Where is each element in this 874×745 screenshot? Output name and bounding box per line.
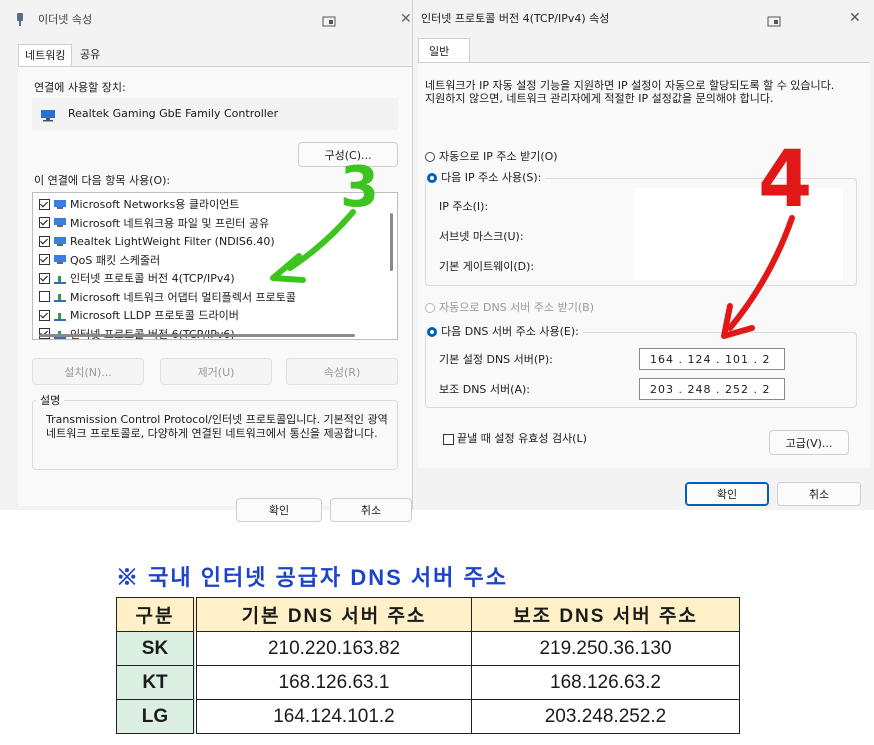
checkbox[interactable]: [39, 291, 50, 303]
network-computer-icon: [54, 255, 66, 265]
network-computer-icon: [54, 236, 66, 246]
dns-table: 구분 기본 DNS 서버 주소 보조 DNS 서버 주소 SK 210.220.…: [116, 597, 740, 734]
list-item[interactable]: Microsoft LLDP 프로토콜 드라이버: [39, 306, 383, 325]
snap-icon[interactable]: [767, 13, 781, 27]
adapter-name: Realtek Gaming GbE Family Controller: [68, 107, 279, 120]
list-item[interactable]: Microsoft 네트워크 어댑터 멀티플렉서 프로토콜: [39, 288, 383, 307]
cancel-button[interactable]: 취소: [330, 498, 412, 522]
protocol-icon: [54, 312, 66, 321]
window-icon: [16, 12, 24, 26]
preferred-dns-label: 기본 설정 DNS 서버(P):: [439, 353, 553, 366]
subnet-mask-label: 서브넷 마스크(U):: [439, 230, 524, 243]
ok-button[interactable]: 확인: [236, 498, 322, 522]
adapter-icon: [40, 107, 56, 126]
checkbox[interactable]: [39, 217, 50, 229]
annotation-step-4: 4: [758, 135, 813, 225]
tab-general[interactable]: 일반: [418, 38, 470, 62]
secondary-dns-cell: 219.250.36.130: [471, 631, 740, 666]
primary-dns-cell: 168.126.63.1: [194, 665, 472, 700]
annotation-arrow-4: [721, 215, 795, 339]
ip-address-label: IP 주소(I):: [439, 200, 489, 213]
window-title: 이더넷 속성: [38, 13, 93, 26]
provider-cell: KT: [116, 665, 197, 700]
col-header-primary: 기본 DNS 서버 주소: [194, 597, 472, 632]
ok-button[interactable]: 확인: [685, 482, 769, 506]
cancel-button[interactable]: 취소: [777, 482, 861, 506]
table-row: SK 210.220.163.82 219.250.36.130: [116, 631, 740, 666]
col-header-provider: 구분: [116, 597, 197, 632]
radio-auto-dns[interactable]: 자동으로 DNS 서버 주소 받기(B): [425, 301, 594, 315]
radio-manual-ip[interactable]: 다음 IP 주소 사용(S):: [427, 171, 546, 185]
connect-using-label: 연결에 사용할 장치:: [34, 81, 126, 94]
description-label: 설명: [36, 394, 65, 408]
close-icon[interactable]: ✕: [849, 11, 861, 25]
description-text: Transmission Control Protocol/인터넷 프로토콜입니…: [46, 413, 388, 440]
tab-sharing[interactable]: 공유: [80, 48, 100, 62]
advanced-button[interactable]: 고급(V)...: [769, 430, 849, 455]
checkbox[interactable]: [39, 198, 50, 210]
validate-checkbox[interactable]: 끝낼 때 설정 유효성 검사(L): [443, 432, 587, 446]
primary-dns-cell: 164.124.101.2: [194, 699, 472, 734]
radio-auto-ip[interactable]: 자동으로 IP 주소 받기(O): [425, 150, 558, 164]
items-label: 이 연결에 다음 항목 사용(O):: [34, 174, 171, 187]
checkbox[interactable]: [39, 235, 50, 247]
table-row: KT 168.126.63.1 168.126.63.2: [116, 665, 740, 700]
secondary-dns-cell: 168.126.63.2: [471, 665, 740, 700]
provider-cell: LG: [116, 699, 197, 734]
tab-networking[interactable]: 네트워킹: [18, 44, 73, 66]
col-header-secondary: 보조 DNS 서버 주소: [471, 597, 740, 632]
vertical-scrollbar[interactable]: [390, 213, 393, 271]
provider-cell: SK: [116, 631, 197, 666]
window-title: 인터넷 프로토콜 버전 4(TCP/IPv4) 속성: [421, 12, 610, 25]
properties-button[interactable]: 속성(R): [286, 358, 398, 385]
intro-text: 네트워크가 IP 자동 설정 기능을 지원하면 IP 설정이 자동으로 할당되도…: [425, 79, 835, 105]
checkbox[interactable]: [39, 309, 50, 321]
table-row: LG 164.124.101.2 203.248.252.2: [116, 699, 740, 734]
checkbox[interactable]: [39, 272, 50, 284]
table-header-row: 구분 기본 DNS 서버 주소 보조 DNS 서버 주소: [116, 597, 740, 632]
annotation-step-3: 3: [340, 155, 379, 220]
remove-button[interactable]: 제거(U): [160, 358, 272, 385]
primary-dns-cell: 210.220.163.82: [194, 631, 472, 666]
protocol-icon: [54, 275, 66, 284]
dns-table-heading: ※ 국내 인터넷 공급자 DNS 서버 주소: [116, 565, 509, 590]
checkbox[interactable]: [39, 254, 50, 266]
protocol-icon: [54, 294, 66, 303]
alternate-dns-input[interactable]: 203 . 248 . 252 . 2: [639, 378, 785, 400]
snap-icon[interactable]: [322, 13, 336, 27]
default-gateway-label: 기본 게이트웨이(D):: [439, 260, 535, 273]
radio-manual-dns[interactable]: 다음 DNS 서버 주소 사용(E):: [427, 325, 583, 339]
network-computer-icon: [54, 218, 66, 228]
network-computer-icon: [54, 199, 66, 209]
secondary-dns-cell: 203.248.252.2: [471, 699, 740, 734]
list-item[interactable]: 인터넷 프로토콜 버전 6(TCP/IPv6): [39, 325, 383, 339]
alternate-dns-label: 보조 DNS 서버(A):: [439, 383, 530, 396]
preferred-dns-input[interactable]: 164 . 124 . 101 . 2: [639, 348, 785, 370]
horizontal-scrollbar[interactable]: [39, 334, 355, 337]
close-icon[interactable]: ✕: [400, 12, 412, 26]
install-button[interactable]: 설치(N)...: [32, 358, 144, 385]
